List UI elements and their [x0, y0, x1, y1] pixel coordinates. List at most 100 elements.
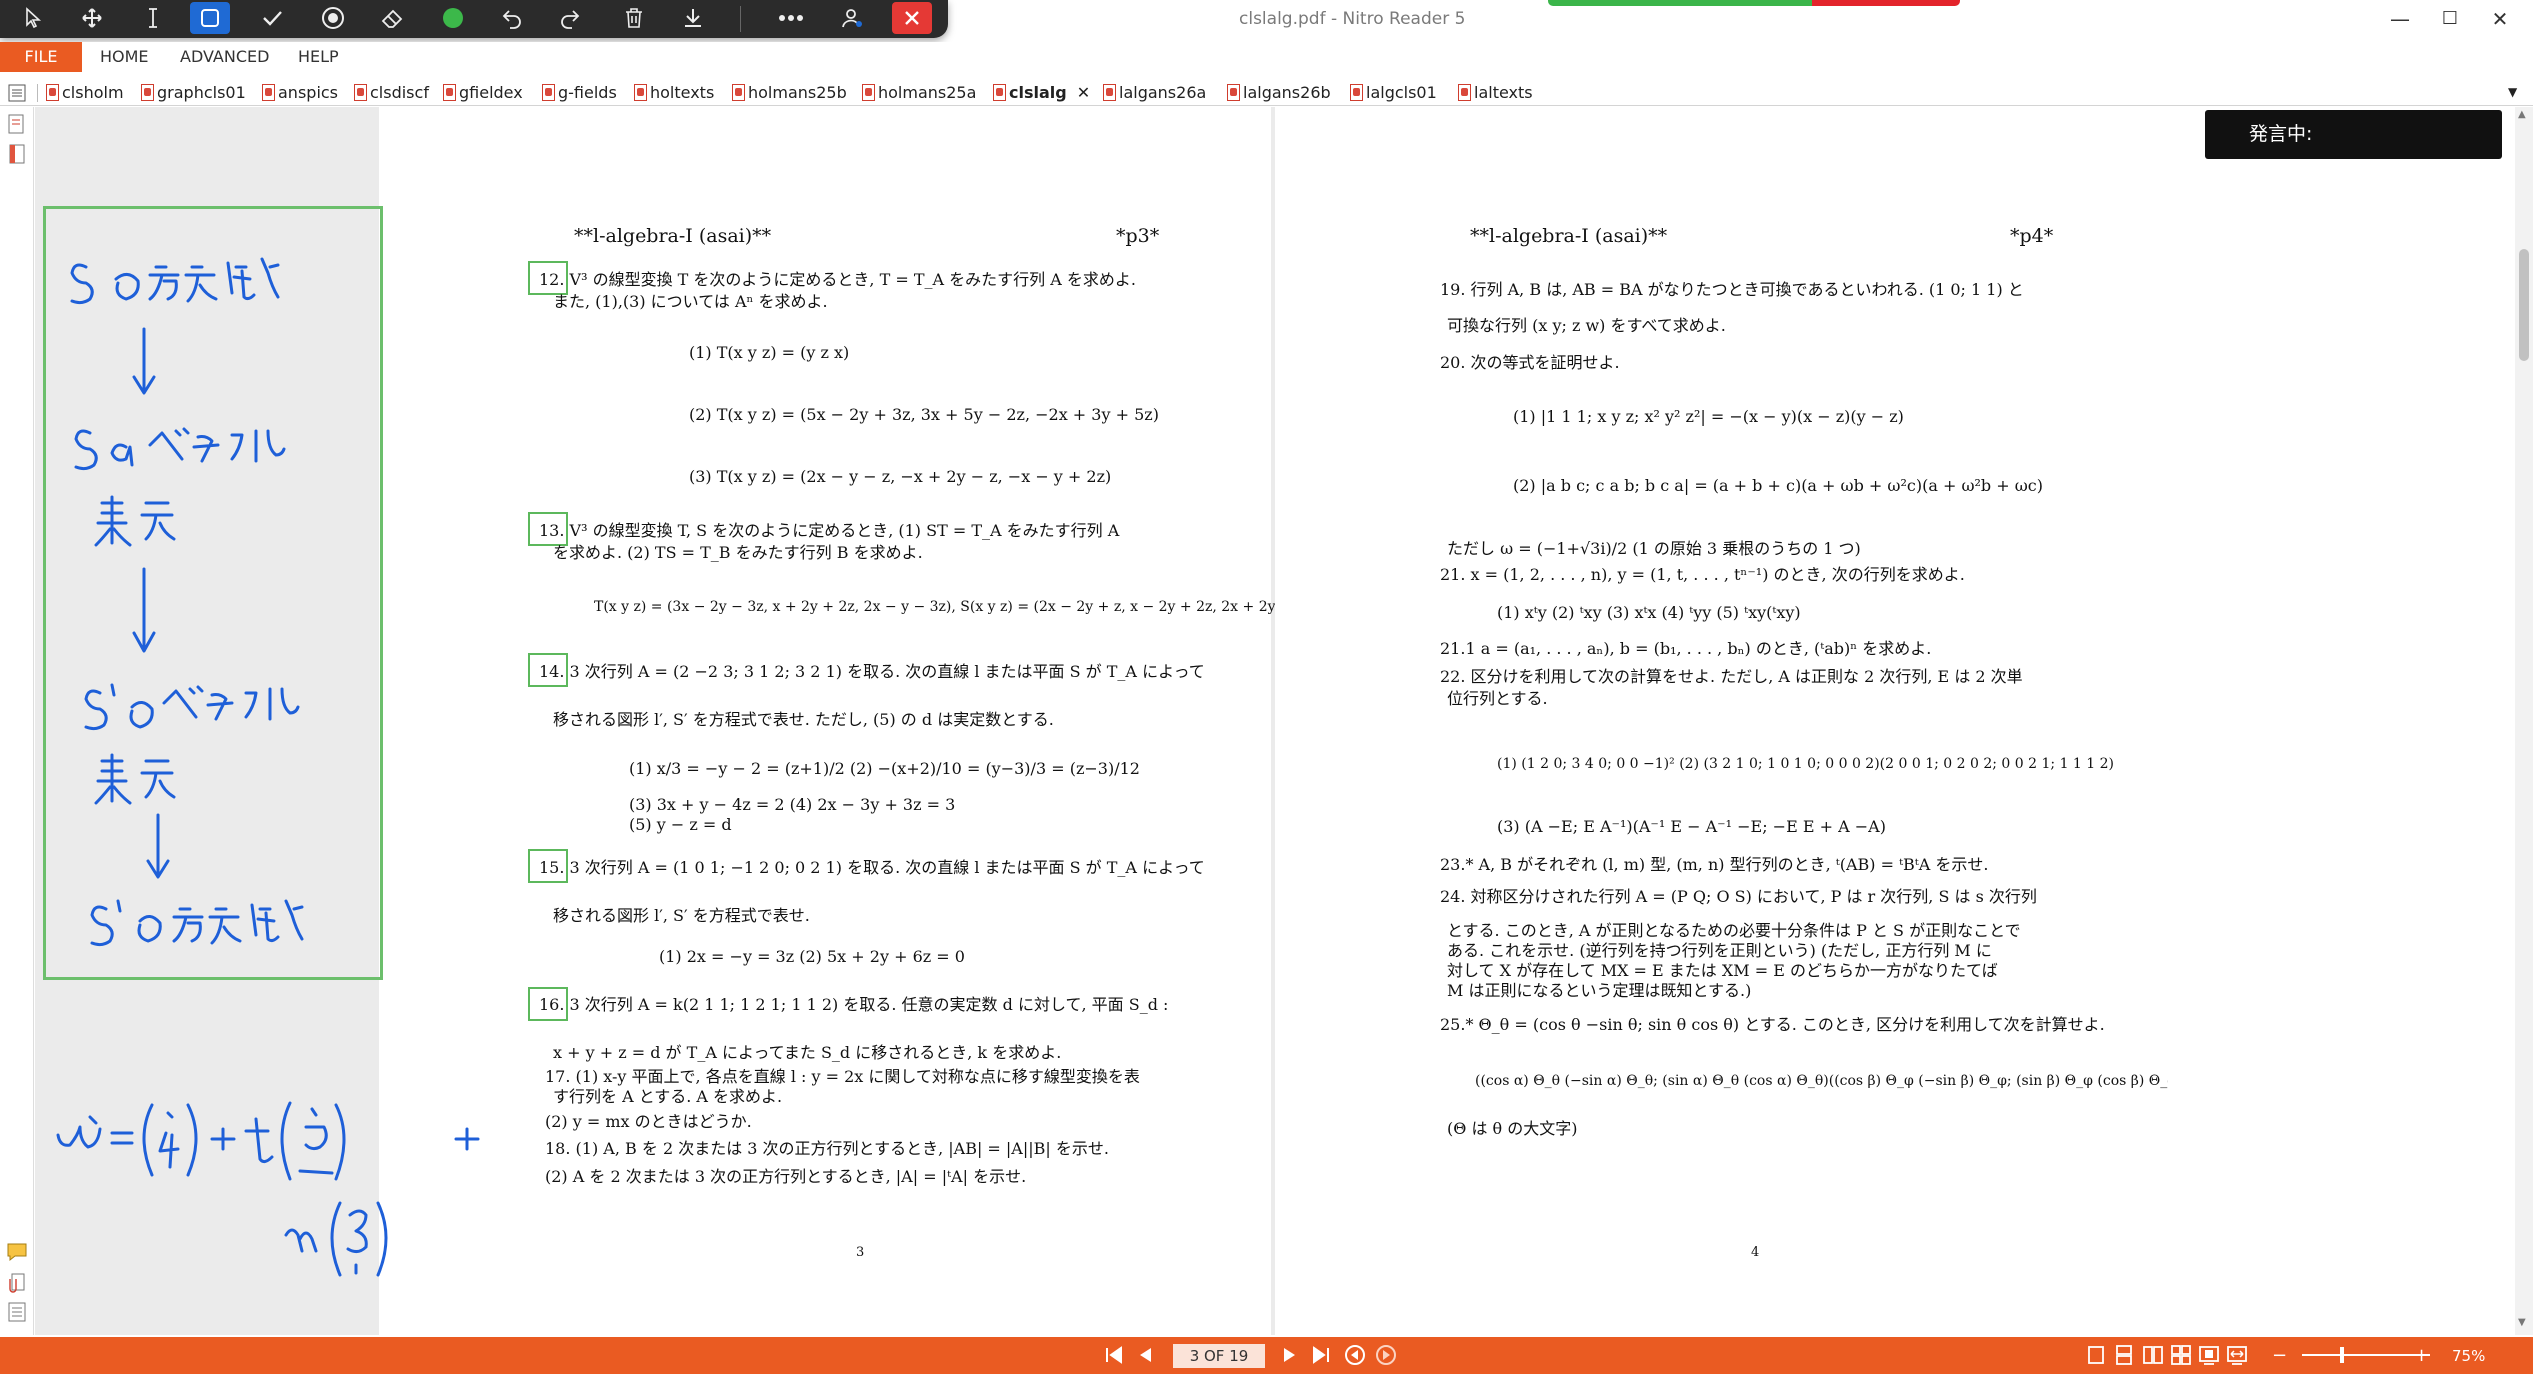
- document-list-icon[interactable]: [8, 82, 26, 104]
- thumbnails-icon[interactable]: [6, 113, 28, 135]
- zoom-in-button[interactable]: +: [2414, 1344, 2429, 1368]
- text-cursor-icon[interactable]: [133, 2, 173, 34]
- tab-lalgcls01[interactable]: lalgcls01: [1350, 81, 1437, 103]
- pdf-icon: [443, 83, 456, 101]
- pdf-icon: [46, 83, 59, 101]
- question-line: (1) xᵗy (2) ᵗxy (3) xᵗx (4) ᵗyy (5) ᵗxy(…: [1497, 603, 1801, 622]
- tab-label: lalgcls01: [1366, 82, 1437, 102]
- pdf-icon: [141, 83, 154, 101]
- single-page-view-icon[interactable]: [2086, 1344, 2106, 1368]
- vertical-scrollbar[interactable]: ▲ ▼: [2515, 107, 2533, 1335]
- question-line: M は正則になるという定理は既知とする.): [1447, 981, 1752, 1000]
- tab-lalgans26b[interactable]: lalgans26b: [1227, 81, 1331, 103]
- tab-clslalg[interactable]: clslalg ✕: [993, 81, 1090, 103]
- tab-holmans25a[interactable]: holmans25a: [862, 81, 976, 103]
- tab-lalgans26a[interactable]: lalgans26a: [1103, 81, 1206, 103]
- menu-help[interactable]: HELP: [298, 47, 339, 66]
- tab-label: clsholm: [62, 82, 124, 102]
- tab-holmans25b[interactable]: holmans25b: [732, 81, 847, 103]
- previous-page-icon[interactable]: [1135, 1344, 1155, 1368]
- fit-width-icon[interactable]: [2226, 1344, 2248, 1368]
- tab-divider: [37, 84, 38, 102]
- more-icon[interactable]: [771, 2, 811, 34]
- tab-label: graphcls01: [157, 82, 246, 102]
- check-icon[interactable]: [252, 2, 292, 34]
- comments-icon[interactable]: [6, 1241, 28, 1263]
- pen-toolbar: [0, 0, 948, 38]
- rectangle-select-icon[interactable]: [190, 2, 230, 34]
- scrollbar-thumb[interactable]: [2519, 249, 2529, 361]
- download-icon[interactable]: [673, 2, 713, 34]
- scroll-down-icon[interactable]: ▼: [2518, 1317, 2526, 1328]
- history-forward-icon[interactable]: [1375, 1344, 1397, 1368]
- tab-label: holtexts: [650, 82, 715, 102]
- minimize-button[interactable]: —: [2380, 4, 2420, 34]
- question-line: (3) 3x + y − 4z = 2 (4) 2x − 3y + 3z = 3: [629, 795, 956, 814]
- question-line: 25.* Θ_θ = (cos θ −sin θ; sin θ cos θ) と…: [1440, 1015, 2105, 1034]
- move-icon[interactable]: [72, 2, 112, 34]
- question-line: (1) |1 1 1; x y z; x² y² z²| = −(x − y)(…: [1513, 407, 1904, 426]
- tab-g-fields[interactable]: g-fields: [542, 81, 617, 103]
- bookmarks-icon[interactable]: [6, 143, 28, 165]
- layers-icon[interactable]: [6, 1301, 28, 1323]
- close-icon[interactable]: [892, 2, 932, 34]
- tab-laltexts[interactable]: laltexts: [1458, 81, 1533, 103]
- zoom-out-button[interactable]: −: [2272, 1344, 2287, 1368]
- question-line: (3) T(x y z) = (2x − y − z, −x + 2y − z,…: [689, 467, 1112, 486]
- tab-label: laltexts: [1474, 82, 1533, 102]
- question-line: 14. 3 次行列 A = (2 −2 3; 3 1 2; 3 2 1) を取る…: [539, 662, 1205, 681]
- tab-clsdiscf[interactable]: clsdiscf: [354, 81, 429, 103]
- tab-holtexts[interactable]: holtexts: [634, 81, 714, 103]
- tab-anspics[interactable]: anspics: [262, 81, 338, 103]
- color-dot-icon[interactable]: [433, 2, 473, 34]
- menu-file[interactable]: FILE: [0, 42, 82, 72]
- question-line: (2) T(x y z) = (5x − 2y + 3z, 3x + 5y − …: [689, 405, 1159, 424]
- first-page-icon[interactable]: [1103, 1344, 1125, 1368]
- question-line: (Θ は θ の大文字): [1447, 1119, 1578, 1138]
- tab-close-icon[interactable]: ✕: [1077, 83, 1090, 102]
- pdf-icon: [634, 83, 647, 101]
- eraser-icon[interactable]: [373, 2, 413, 34]
- continuous-view-icon[interactable]: [2114, 1344, 2134, 1368]
- question-line: (5) y − z = d: [629, 815, 732, 834]
- menu-home[interactable]: HOME: [100, 47, 149, 66]
- scroll-up-icon[interactable]: ▲: [2518, 109, 2526, 120]
- menu-advanced[interactable]: ADVANCED: [180, 47, 269, 66]
- question-line: 22. 区分けを利用して次の計算をせよ. ただし, A は正則な 2 次行列, …: [1440, 667, 2023, 686]
- attachments-icon[interactable]: [6, 1271, 28, 1293]
- user-settings-icon[interactable]: [833, 2, 873, 34]
- page-header-left: **l-algebra-I (asai)**: [1470, 225, 1668, 247]
- history-back-icon[interactable]: [1344, 1344, 1366, 1368]
- facing-continuous-view-icon[interactable]: [2170, 1344, 2192, 1368]
- select-arrow-icon[interactable]: [14, 2, 54, 34]
- question-line: (2) |a b c; c a b; b c a| = (a + b + c)(…: [1513, 476, 2043, 495]
- pdf-icon: [542, 83, 555, 101]
- tab-list-chevron-icon[interactable]: ▼: [2508, 81, 2517, 103]
- fit-page-icon[interactable]: [2198, 1344, 2220, 1368]
- last-page-icon[interactable]: [1310, 1344, 1332, 1368]
- tab-label: holmans25a: [878, 82, 977, 102]
- question-line: また, (1),(3) については Aⁿ を求めよ.: [553, 292, 828, 311]
- page-header-right: *p3*: [1116, 225, 1160, 247]
- facing-view-icon[interactable]: [2142, 1344, 2164, 1368]
- window-title: clslalg.pdf - Nitro Reader 5: [1239, 9, 1466, 29]
- pdf-icon: [1227, 83, 1240, 101]
- page-indicator[interactable]: 3 OF 19: [1173, 1344, 1265, 1368]
- zoom-level[interactable]: 75%: [2452, 1344, 2485, 1368]
- tab-gfieldex[interactable]: gfieldex: [443, 81, 523, 103]
- zoom-slider-track[interactable]: [2302, 1354, 2430, 1356]
- question-line: ((cos α) Θ_θ (−sin α) Θ_θ; (sin α) Θ_θ (…: [1475, 1073, 2183, 1089]
- tab-clsholm[interactable]: clsholm: [46, 81, 124, 103]
- trash-icon[interactable]: [614, 2, 654, 34]
- window-close-button[interactable]: ✕: [2480, 4, 2520, 34]
- question-line: (1) T(x y z) = (y z x): [689, 343, 850, 362]
- redo-icon[interactable]: [550, 2, 590, 34]
- undo-icon[interactable]: [492, 2, 532, 34]
- pdf-icon: [1350, 83, 1363, 101]
- tab-graphcls01[interactable]: graphcls01: [141, 81, 246, 103]
- pen-icon[interactable]: [313, 2, 353, 34]
- maximize-button[interactable]: ☐: [2430, 4, 2470, 34]
- next-page-icon[interactable]: [1280, 1344, 1300, 1368]
- zoom-slider-thumb[interactable]: [2340, 1347, 2344, 1363]
- status-bar: 3 OF 19 − + 75%: [0, 1337, 2533, 1374]
